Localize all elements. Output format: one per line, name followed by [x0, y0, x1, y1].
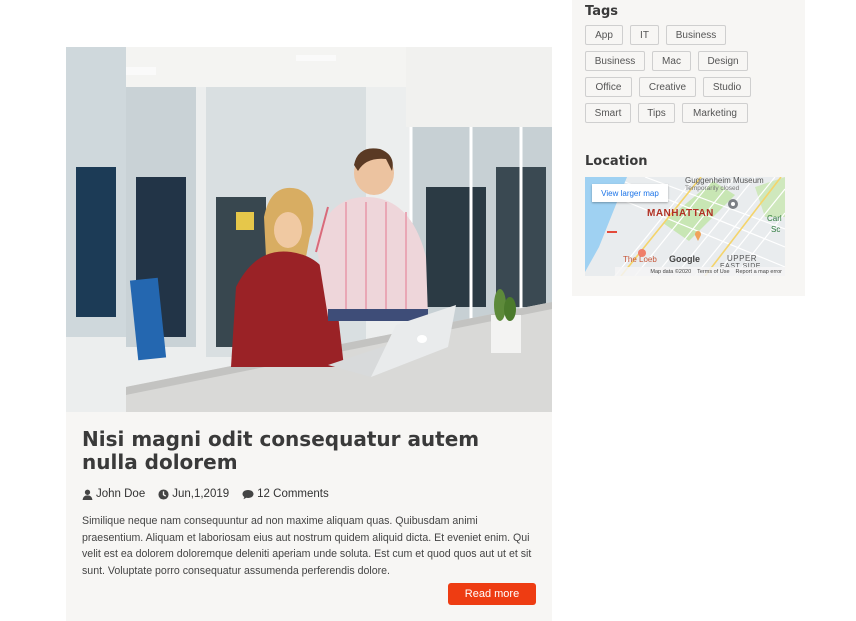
- map-label-sc: Sc: [771, 225, 781, 234]
- tag-business-2[interactable]: Business: [585, 51, 645, 71]
- map-data-text: Map data ©2020: [650, 268, 692, 275]
- author-meta[interactable]: John Doe: [82, 488, 145, 500]
- tag-app[interactable]: App: [585, 25, 623, 45]
- comment-count: 12 Comments: [257, 488, 329, 500]
- post-title[interactable]: Nisi magni odit consequatur autem nulla …: [82, 428, 538, 474]
- author-name: John Doe: [96, 488, 146, 500]
- tag-row: Smart Tips Marketing: [585, 103, 795, 123]
- map-label-temporarily-closed: Temporarily closed: [685, 185, 740, 192]
- tag-row: App IT Business: [585, 25, 795, 45]
- tags-title: Tags: [585, 4, 619, 19]
- clock-icon: [158, 488, 169, 500]
- tag-row: Office Creative Studio: [585, 77, 795, 97]
- map-label-the-loeb: The Loeb: [623, 255, 657, 264]
- tags-cloud: App IT Business Business Mac Design Offi…: [585, 25, 795, 129]
- tag-marketing[interactable]: Marketing: [682, 103, 748, 123]
- view-larger-map-button[interactable]: View larger map: [592, 184, 668, 202]
- post-body: Nisi magni odit consequatur autem nulla …: [82, 428, 538, 590]
- tag-row: Business Mac Design: [585, 51, 795, 71]
- sidebar: Tags App IT Business Business Mac Design…: [572, 0, 805, 296]
- tag-design[interactable]: Design: [698, 51, 748, 71]
- map-label-upper: UPPER: [727, 254, 758, 263]
- tag-office[interactable]: Office: [585, 77, 632, 97]
- map-label-carl: Carl: [767, 214, 782, 223]
- date-meta: Jun,1,2019: [158, 488, 229, 500]
- comment-icon: [242, 489, 254, 499]
- user-icon: [82, 489, 93, 500]
- comments-meta[interactable]: 12 Comments: [242, 488, 329, 500]
- location-map[interactable]: View larger map Guggenheim Museum Tempor…: [585, 177, 785, 276]
- tag-smart[interactable]: Smart: [585, 103, 631, 123]
- tag-mac[interactable]: Mac: [652, 51, 691, 71]
- office-laptop-photo: [66, 47, 552, 412]
- tag-business[interactable]: Business: [666, 25, 726, 45]
- tag-it[interactable]: IT: [630, 25, 659, 45]
- blog-post-card: Nisi magni odit consequatur autem nulla …: [66, 47, 552, 621]
- map-label-manhattan: MANHATTAN: [647, 208, 714, 219]
- post-date: Jun,1,2019: [172, 488, 230, 500]
- report-map-error-link[interactable]: Report a map error: [736, 269, 782, 275]
- terms-link[interactable]: Terms of Use: [697, 269, 729, 275]
- post-image[interactable]: [66, 47, 552, 412]
- post-meta: John Doe Jun,1,2019 12 Comments: [82, 488, 538, 500]
- map-attribution-bar: Map data ©2020 Terms of Use Report a map…: [615, 267, 785, 276]
- read-more-button[interactable]: Read more: [448, 583, 536, 605]
- tag-tips[interactable]: Tips: [638, 103, 675, 123]
- map-label-guggenheim: Guggenheim Museum: [685, 177, 764, 185]
- tag-creative[interactable]: Creative: [639, 77, 696, 97]
- tag-studio[interactable]: Studio: [703, 77, 751, 97]
- location-title: Location: [585, 154, 648, 169]
- google-logo: Google: [669, 254, 700, 264]
- post-excerpt: Similique neque nam consequuntur ad non …: [82, 515, 532, 577]
